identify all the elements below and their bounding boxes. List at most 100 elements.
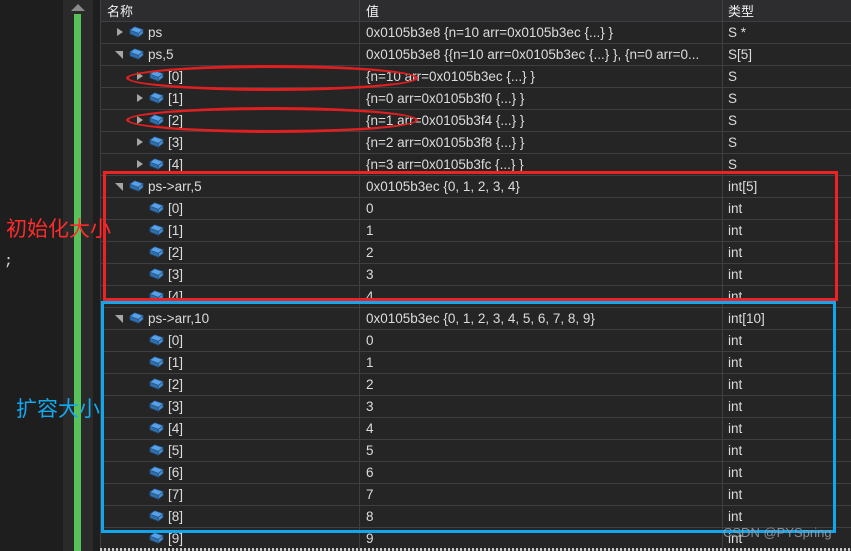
watch-row[interactable]: ps,5 0x0105b3e8 {{n=10 arr=0x0105b3ec {..… <box>101 44 851 66</box>
watch-row-name-cell[interactable]: [1] <box>101 220 360 241</box>
watch-row-value-cell[interactable]: 0x0105b3ec {0, 1, 2, 3, 4, 5, 6, 7, 8, 9… <box>360 308 723 329</box>
watch-row-name-cell[interactable]: [4] <box>101 154 360 175</box>
watch-row[interactable]: ps->arr,10 0x0105b3ec {0, 1, 2, 3, 4, 5, … <box>101 308 851 330</box>
watch-row-value-cell[interactable]: 7 <box>360 484 723 505</box>
watch-row[interactable]: [3] 3 int <box>101 264 851 286</box>
cube-icon <box>149 488 164 500</box>
cube-icon <box>149 246 164 258</box>
watch-row-value: 0 <box>366 333 374 348</box>
expander-expanded-icon[interactable] <box>115 49 126 60</box>
watch-row-value-cell[interactable]: {n=3 arr=0x0105b3fc {...} } <box>360 154 723 175</box>
watch-row[interactable]: [4] 4 int <box>101 286 851 308</box>
watch-row[interactable]: [2] 2 int <box>101 242 851 264</box>
watch-row-value-cell[interactable]: 0 <box>360 198 723 219</box>
watch-row-name-cell[interactable]: ps,5 <box>101 44 360 65</box>
cube-icon <box>149 466 164 478</box>
watch-row-name-cell[interactable]: ps->arr,10 <box>101 308 360 329</box>
watch-row-name-cell[interactable]: [4] <box>101 418 360 439</box>
watch-row-value: 2 <box>366 377 374 392</box>
watch-row[interactable]: [5] 5 int <box>101 440 851 462</box>
watch-row[interactable]: [2] {n=1 arr=0x0105b3f4 {...} } S <box>101 110 851 132</box>
debugger-watch-window[interactable]: 名称 值 类型 ps 0x0105b3e8 {n=10 arr=0x0105b3e… <box>100 0 851 551</box>
watch-row-name-cell[interactable]: [3] <box>101 396 360 417</box>
watch-row-name-cell[interactable]: [3] <box>101 132 360 153</box>
cube-icon <box>149 268 164 280</box>
watch-row[interactable]: [6] 6 int <box>101 462 851 484</box>
watch-row-name-cell[interactable]: ps <box>101 22 360 43</box>
watch-row[interactable]: [1] 1 int <box>101 352 851 374</box>
watch-row-name-cell[interactable]: [7] <box>101 484 360 505</box>
watch-row-name-cell[interactable]: [1] <box>101 352 360 373</box>
watch-row-value-cell[interactable]: 3 <box>360 264 723 285</box>
expander-collapsed-icon[interactable] <box>135 159 146 170</box>
watch-row-type-cell: int <box>723 374 851 395</box>
watch-row-name-cell[interactable]: [9] <box>101 528 360 549</box>
watch-row-value-cell[interactable]: {n=2 arr=0x0105b3f8 {...} } <box>360 132 723 153</box>
watch-row-name-cell[interactable]: [8] <box>101 506 360 527</box>
watch-row-type-cell: S <box>723 132 851 153</box>
watch-row-type-cell: int[10] <box>723 308 851 329</box>
watch-row[interactable]: [3] 3 int <box>101 396 851 418</box>
watch-row-name-cell[interactable]: [0] <box>101 66 360 87</box>
watch-row-type: int <box>728 487 743 502</box>
watch-row-name-cell[interactable]: [3] <box>101 264 360 285</box>
watch-row[interactable]: [7] 7 int <box>101 484 851 506</box>
scroll-up-arrow-icon[interactable] <box>71 4 85 11</box>
watch-row-name-cell[interactable]: ps->arr,5 <box>101 176 360 197</box>
watch-row[interactable]: [2] 2 int <box>101 374 851 396</box>
watch-row[interactable]: [0] 0 int <box>101 330 851 352</box>
watch-row-name-cell[interactable]: [0] <box>101 330 360 351</box>
watch-row-value-cell[interactable]: 5 <box>360 440 723 461</box>
watch-row-value-cell[interactable]: {n=1 arr=0x0105b3f4 {...} } <box>360 110 723 131</box>
watch-row-name-cell[interactable]: [4] <box>101 286 360 307</box>
watch-row-value-cell[interactable]: {n=10 arr=0x0105b3ec {...} } <box>360 66 723 87</box>
watch-row[interactable]: [0] 0 int <box>101 198 851 220</box>
watch-row-value-cell[interactable]: 0x0105b3ec {0, 1, 2, 3, 4} <box>360 176 723 197</box>
watch-row-value-cell[interactable]: 1 <box>360 352 723 373</box>
watch-row[interactable]: [0] {n=10 arr=0x0105b3ec {...} } S <box>101 66 851 88</box>
watch-row-type-cell: int <box>723 330 851 351</box>
watch-row-name-cell[interactable]: [2] <box>101 110 360 131</box>
watch-row[interactable]: [4] 4 int <box>101 418 851 440</box>
watch-row[interactable]: [4] {n=3 arr=0x0105b3fc {...} } S <box>101 154 851 176</box>
watch-row-name-cell[interactable]: [6] <box>101 462 360 483</box>
watch-row-value-cell[interactable]: 4 <box>360 418 723 439</box>
watch-row-value-cell[interactable]: 6 <box>360 462 723 483</box>
expander-expanded-icon[interactable] <box>115 181 126 192</box>
watch-row-value-cell[interactable]: 8 <box>360 506 723 527</box>
watch-row-value-cell[interactable]: 0 <box>360 330 723 351</box>
watch-row[interactable]: ps 0x0105b3e8 {n=10 arr=0x0105b3ec {...} … <box>101 22 851 44</box>
column-header-value-cell[interactable]: 值 <box>360 0 723 21</box>
watch-row-value-cell[interactable]: 1 <box>360 220 723 241</box>
watch-row[interactable]: [3] {n=2 arr=0x0105b3f8 {...} } S <box>101 132 851 154</box>
column-header-type-cell[interactable]: 类型 <box>723 0 851 21</box>
expander-collapsed-icon[interactable] <box>135 93 146 104</box>
watch-row-value-cell[interactable]: 0x0105b3e8 {{n=10 arr=0x0105b3ec {...} }… <box>360 44 723 65</box>
watch-row-name-cell[interactable]: [2] <box>101 242 360 263</box>
watch-row-value-cell[interactable]: 4 <box>360 286 723 307</box>
watch-row-value-cell[interactable]: 0x0105b3e8 {n=10 arr=0x0105b3ec {...} } <box>360 22 723 43</box>
watch-row-value-cell[interactable]: 3 <box>360 396 723 417</box>
expander-collapsed-icon[interactable] <box>135 71 146 82</box>
expander-collapsed-icon[interactable] <box>115 27 126 38</box>
watch-row[interactable]: [1] 1 int <box>101 220 851 242</box>
watch-row-name-cell[interactable]: [0] <box>101 198 360 219</box>
expander-expanded-icon[interactable] <box>115 313 126 324</box>
column-header-name-cell[interactable]: 名称 <box>101 0 360 21</box>
watch-row-value: 0 <box>366 201 374 216</box>
watch-row-value-cell[interactable]: 2 <box>360 374 723 395</box>
watch-row-type-cell: int <box>723 418 851 439</box>
watch-row[interactable]: [1] {n=0 arr=0x0105b3f0 {...} } S <box>101 88 851 110</box>
watch-row-type: S <box>728 69 738 84</box>
watch-row-value-cell[interactable]: 2 <box>360 242 723 263</box>
watch-row-name-cell[interactable]: [2] <box>101 374 360 395</box>
watch-row-value-cell[interactable]: 9 <box>360 528 723 549</box>
expander-none-icon <box>135 291 146 302</box>
watch-row-name-cell[interactable]: [1] <box>101 88 360 109</box>
expander-collapsed-icon[interactable] <box>135 115 146 126</box>
screenshot-root: ; 名称 值 类型 ps 0x0105b3e8 {n=10 arr=0x0105b… <box>0 0 851 551</box>
watch-row-name-cell[interactable]: [5] <box>101 440 360 461</box>
expander-collapsed-icon[interactable] <box>135 137 146 148</box>
watch-row-value-cell[interactable]: {n=0 arr=0x0105b3f0 {...} } <box>360 88 723 109</box>
watch-row[interactable]: ps->arr,5 0x0105b3ec {0, 1, 2, 3, 4} int[5… <box>101 176 851 198</box>
